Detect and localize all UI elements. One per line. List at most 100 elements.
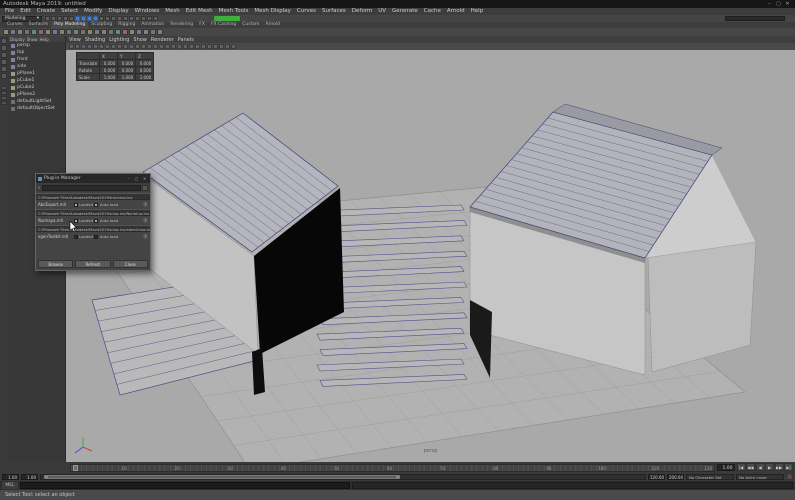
playback-start-field[interactable]: 1.00: [21, 473, 38, 480]
current-frame-field[interactable]: 1.00: [716, 463, 735, 471]
current-time-marker[interactable]: [73, 464, 78, 471]
close-button[interactable]: Close: [112, 260, 148, 268]
platonic-solid-icon[interactable]: [52, 29, 58, 35]
plugin-info-icon[interactable]: i: [143, 218, 148, 223]
menu-windows[interactable]: Windows: [132, 8, 163, 15]
rotate-tool-icon[interactable]: [1, 66, 7, 72]
wireframe-on-shaded-icon[interactable]: [177, 44, 182, 49]
poly-cube-icon[interactable]: [10, 29, 16, 35]
outliner-item-pcube1[interactable]: pCube1: [8, 77, 65, 84]
snap-to-curve-icon[interactable]: [81, 16, 86, 21]
camera-attributes-icon[interactable]: [81, 44, 86, 49]
snap-to-point-icon[interactable]: [87, 16, 92, 21]
panel-menu-renderer[interactable]: Renderer: [151, 37, 174, 43]
resolution-gate-icon[interactable]: [123, 44, 128, 49]
gate-mask-icon[interactable]: [129, 44, 134, 49]
mirror-icon[interactable]: [157, 29, 163, 35]
target-weld-icon[interactable]: [122, 29, 128, 35]
outliner-item-side[interactable]: side: [8, 63, 65, 70]
play-forwards-button[interactable]: ▶: [765, 463, 774, 471]
new-scene-icon[interactable]: [45, 16, 50, 21]
plugin-path-header[interactable]: C:/Program Files/Autodesk/Maya2019/plug-…: [36, 209, 150, 216]
bevel-icon[interactable]: [129, 29, 135, 35]
quad-draw-icon[interactable]: [150, 29, 156, 35]
loaded-checkbox[interactable]: [73, 202, 78, 207]
outliner-item-pplane2[interactable]: pPlane2: [8, 91, 65, 98]
menu-uv[interactable]: UV: [375, 8, 389, 15]
auto-keyframe-toggle[interactable]: [786, 473, 793, 480]
minimize-button[interactable]: –: [765, 0, 774, 8]
menu-file[interactable]: File: [2, 8, 17, 15]
step-forward-button[interactable]: ▶▶: [774, 463, 784, 471]
image-plane-icon[interactable]: [93, 44, 98, 49]
film-gate-icon[interactable]: [117, 44, 122, 49]
outliner-item-top[interactable]: top: [8, 49, 65, 56]
outliner-menu-display[interactable]: Display: [10, 37, 25, 42]
menu-arnold[interactable]: Arnold: [444, 8, 468, 15]
time-slider-track[interactable]: 10 20 30 40 50 60 70 80 90 100 110 120: [70, 463, 715, 472]
anim-layer-dropdown[interactable]: No Anim Layer: [736, 473, 784, 480]
go-to-end-button[interactable]: ▶|: [784, 463, 793, 471]
outliner-item-defaultlightset[interactable]: defaultLightSet: [8, 98, 65, 105]
display-render-globals-icon[interactable]: [153, 16, 158, 21]
autoload-checkbox[interactable]: [94, 202, 99, 207]
shaded-mode-icon[interactable]: [159, 44, 164, 49]
filter-icon[interactable]: [142, 184, 148, 191]
anti-aliasing-icon[interactable]: [207, 44, 212, 49]
range-slider-track[interactable]: [40, 473, 646, 480]
refresh-button[interactable]: Refresh: [75, 260, 111, 268]
poly-disc-icon[interactable]: [45, 29, 51, 35]
right-house-side-wall-mesh[interactable]: [647, 241, 757, 373]
poly-pyramid-icon[interactable]: [59, 29, 65, 35]
panel-menu-lighting[interactable]: Lighting: [109, 37, 129, 43]
snap-to-grid-icon[interactable]: [75, 16, 80, 21]
symmetry-icon[interactable]: [129, 16, 134, 21]
loaded-checkbox[interactable]: [73, 234, 78, 239]
redo-icon[interactable]: [69, 16, 74, 21]
menu-mesh-display[interactable]: Mesh Display: [251, 8, 294, 15]
autoload-checkbox[interactable]: [94, 234, 99, 239]
screen-space-ao-icon[interactable]: [195, 44, 200, 49]
menu-help[interactable]: Help: [468, 8, 487, 15]
panel-menu-panels[interactable]: Panels: [178, 37, 194, 43]
field-chart-icon[interactable]: [135, 44, 140, 49]
four-pane-layout-button[interactable]: [1, 91, 7, 95]
panel-menu-shading[interactable]: Shading: [85, 37, 105, 43]
3d-scene[interactable]: [66, 36, 795, 462]
menu-select[interactable]: Select: [58, 8, 81, 15]
menu-deform[interactable]: Deform: [349, 8, 375, 15]
highlight-selection-icon[interactable]: [105, 16, 110, 21]
outliner-menu-show[interactable]: Show: [27, 37, 38, 42]
range-start-handle[interactable]: [45, 475, 49, 478]
close-button[interactable]: ✕: [783, 0, 792, 8]
poly-cone-icon[interactable]: [24, 29, 30, 35]
plugin-manager-titlebar[interactable]: Plug-in Manager – ▢ ✕: [36, 174, 150, 183]
make-live-icon[interactable]: [99, 16, 104, 21]
animation-end-field[interactable]: 200.00: [667, 473, 684, 480]
outliner-item-pplane1[interactable]: pPlane1: [8, 70, 65, 77]
mel-command-input[interactable]: [20, 482, 350, 489]
step-back-button[interactable]: ◀◀: [746, 463, 755, 471]
bridge-icon[interactable]: [136, 29, 142, 35]
menu-curves[interactable]: Curves: [294, 8, 319, 15]
shadows-icon[interactable]: [189, 44, 194, 49]
grid-display-icon[interactable]: [111, 44, 116, 49]
motion-blur-icon[interactable]: [201, 44, 206, 49]
outliner-item-pcube2[interactable]: pCube2: [8, 84, 65, 91]
menu-mesh[interactable]: Mesh: [162, 8, 182, 15]
use-default-material-icon[interactable]: [171, 44, 176, 49]
menu-edit[interactable]: Edit: [17, 8, 34, 15]
super-ellipse-icon[interactable]: [94, 29, 100, 35]
maximize-button[interactable]: ▢: [774, 0, 783, 8]
safe-action-icon[interactable]: [141, 44, 146, 49]
persp-outliner-layout-button[interactable]: [1, 96, 7, 100]
xray-icon[interactable]: [231, 44, 236, 49]
autoload-checkbox[interactable]: [94, 218, 99, 223]
plugin-info-icon[interactable]: i: [143, 234, 148, 239]
paint-select-tool-icon[interactable]: [1, 52, 7, 58]
animation-start-field[interactable]: 1.00: [2, 473, 19, 480]
go-to-start-button[interactable]: |◀: [736, 463, 746, 471]
range-end-handle[interactable]: [396, 475, 400, 478]
outliner-menu-help[interactable]: Help: [40, 37, 49, 42]
save-scene-icon[interactable]: [57, 16, 62, 21]
